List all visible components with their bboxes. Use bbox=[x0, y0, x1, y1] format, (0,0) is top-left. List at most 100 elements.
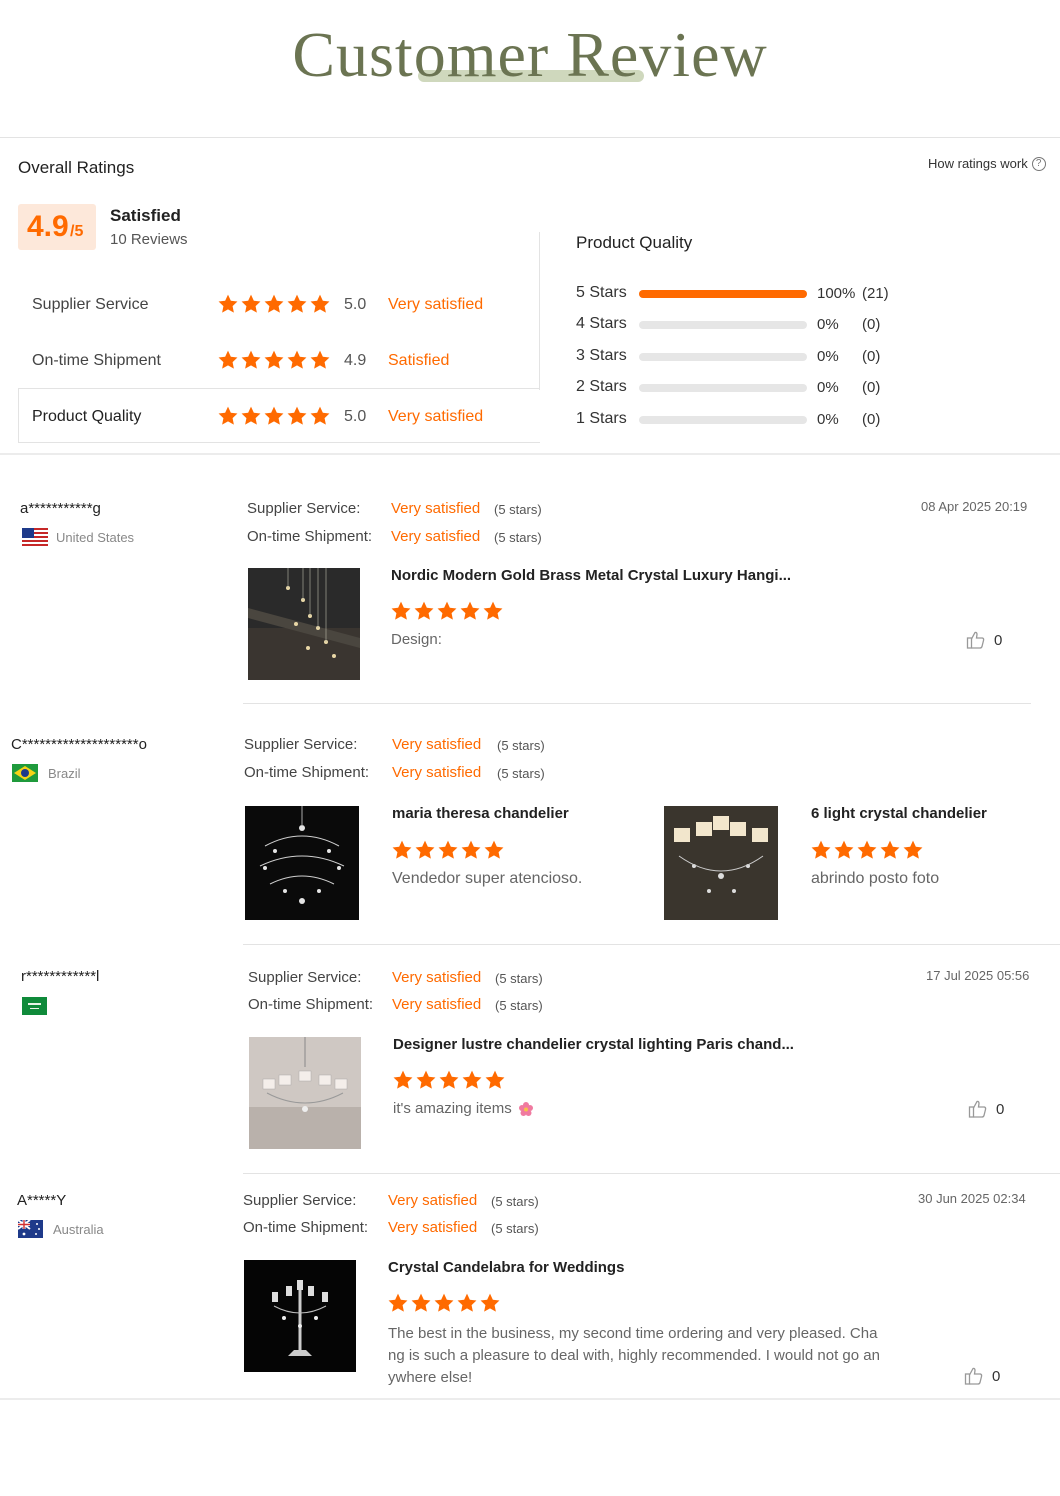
quality-count: (0) bbox=[862, 411, 881, 428]
thumbs-up-icon bbox=[968, 1099, 988, 1119]
star-icon bbox=[902, 839, 924, 861]
rating-row-label: Product Quality bbox=[32, 408, 142, 425]
review-comment-line: The best in the business, my second time… bbox=[388, 1325, 878, 1342]
reviewer-name: A*****Y bbox=[17, 1192, 67, 1209]
rating-row-label: Supplier Service bbox=[32, 296, 149, 313]
rating-stars bbox=[217, 293, 332, 320]
rating-row-label: On-time Shipment bbox=[32, 352, 161, 369]
like-button[interactable]: 0 bbox=[966, 630, 1002, 650]
supplier-stars-text: (5 stars) bbox=[494, 502, 542, 517]
quality-row-label: 1 Stars bbox=[576, 410, 627, 427]
product-title[interactable]: 6 light crystal chandelier bbox=[811, 805, 987, 822]
review-comment: Vendedor super atencioso. bbox=[392, 870, 583, 887]
rating-stars bbox=[217, 405, 332, 432]
star-icon bbox=[810, 839, 832, 861]
shipment-label: On-time Shipment: bbox=[243, 1219, 369, 1236]
star-icon bbox=[263, 349, 285, 371]
star-icon bbox=[263, 293, 285, 315]
star-icon bbox=[217, 405, 239, 427]
reviewer-country: Brazil bbox=[12, 764, 81, 782]
quality-count: (0) bbox=[862, 316, 881, 333]
star-icon bbox=[240, 349, 262, 371]
reviewer-country bbox=[22, 997, 47, 1020]
product-title[interactable]: Nordic Modern Gold Brass Metal Crystal L… bbox=[391, 567, 791, 584]
shipment-stars-text: (5 stars) bbox=[494, 530, 542, 545]
product-stars bbox=[390, 600, 505, 627]
product-image[interactable] bbox=[248, 568, 360, 680]
review-comment-row: it's amazing items bbox=[393, 1100, 534, 1117]
review-comment: The best in the business, my second time… bbox=[388, 1323, 880, 1389]
star-icon bbox=[833, 839, 855, 861]
like-count: 0 bbox=[996, 1100, 1005, 1118]
star-icon bbox=[438, 1069, 460, 1091]
star-icon bbox=[460, 839, 482, 861]
vertical-divider bbox=[539, 232, 540, 390]
star-icon bbox=[217, 349, 239, 371]
shipment-rating-text: Very satisfied bbox=[392, 996, 482, 1013]
us-flag-icon bbox=[22, 528, 48, 546]
rating-row[interactable]: Product Quality 5.0 Very satisfied bbox=[32, 402, 532, 432]
reviewer-name: a***********g bbox=[20, 500, 101, 517]
quality-count: (0) bbox=[862, 379, 881, 396]
star-icon bbox=[240, 293, 262, 315]
shipment-label: On-time Shipment: bbox=[248, 996, 374, 1013]
thumbs-up-icon bbox=[966, 630, 986, 650]
star-icon bbox=[413, 600, 435, 622]
rating-stars bbox=[217, 349, 332, 376]
review-date: 08 Apr 2025 20:19 bbox=[921, 499, 1028, 514]
review-date: 30 Jun 2025 02:34 bbox=[918, 1191, 1026, 1206]
rating-row[interactable]: On-time Shipment 4.9 Satisfied bbox=[32, 346, 532, 376]
shipment-stars-text: (5 stars) bbox=[491, 1221, 539, 1236]
quality-count: (21) bbox=[862, 285, 889, 302]
shipment-rating-text: Very satisfied bbox=[392, 764, 482, 781]
shipment-label: On-time Shipment: bbox=[247, 528, 373, 545]
how-ratings-link[interactable]: How ratings work ? bbox=[928, 156, 1046, 171]
quality-bar bbox=[639, 416, 807, 424]
product-title[interactable]: Crystal Candelabra for Weddings bbox=[388, 1259, 624, 1276]
flower-icon bbox=[518, 1101, 534, 1117]
review-comment-line: ng is such a pleasure to deal with, high… bbox=[388, 1347, 880, 1364]
product-stars bbox=[387, 1292, 502, 1319]
review-count: 10 Reviews bbox=[110, 231, 188, 248]
quality-pct: 0% bbox=[817, 348, 839, 365]
product-stars bbox=[391, 839, 506, 866]
supplier-rating-text: Very satisfied bbox=[388, 1192, 478, 1209]
supplier-rating-text: Very satisfied bbox=[391, 500, 481, 517]
star-icon bbox=[483, 839, 505, 861]
star-icon bbox=[436, 600, 458, 622]
rating-text: Very satisfied bbox=[388, 408, 484, 425]
product-image[interactable] bbox=[244, 1260, 356, 1372]
rating-row[interactable]: Supplier Service 5.0 Very satisfied bbox=[32, 290, 532, 320]
australia-flag-icon bbox=[17, 1219, 43, 1238]
overall-heading: Overall Ratings bbox=[18, 158, 135, 177]
rating-value: 5.0 bbox=[344, 296, 367, 313]
product-title[interactable]: maria theresa chandelier bbox=[392, 805, 569, 822]
star-icon bbox=[391, 839, 413, 861]
product-image[interactable] bbox=[664, 806, 778, 920]
product-image[interactable] bbox=[245, 806, 359, 920]
quality-bar bbox=[639, 321, 807, 329]
like-button[interactable]: 0 bbox=[968, 1099, 1004, 1119]
star-icon bbox=[479, 1292, 501, 1314]
thumbs-up-icon bbox=[964, 1366, 984, 1386]
star-icon bbox=[459, 600, 481, 622]
product-title[interactable]: Designer lustre chandelier crystal light… bbox=[393, 1036, 794, 1053]
like-button[interactable]: 0 bbox=[964, 1366, 1000, 1386]
star-icon bbox=[390, 600, 412, 622]
section-divider bbox=[0, 453, 1060, 455]
quality-row: 5 Stars 100% (21) bbox=[576, 280, 976, 306]
product-image[interactable] bbox=[249, 1037, 361, 1149]
review-comment-line: ywhere else! bbox=[388, 1369, 473, 1386]
reviewer-name: r************l bbox=[21, 968, 100, 985]
star-icon bbox=[263, 405, 285, 427]
star-icon bbox=[309, 293, 331, 315]
star-icon bbox=[456, 1292, 478, 1314]
star-icon bbox=[286, 349, 308, 371]
quality-pct: 0% bbox=[817, 379, 839, 396]
review-divider bbox=[243, 703, 1031, 704]
supplier-stars-text: (5 stars) bbox=[497, 738, 545, 753]
supplier-label: Supplier Service: bbox=[243, 1192, 357, 1209]
supplier-stars-text: (5 stars) bbox=[491, 1194, 539, 1209]
star-icon bbox=[217, 293, 239, 315]
saudi-flag-icon bbox=[22, 997, 47, 1015]
